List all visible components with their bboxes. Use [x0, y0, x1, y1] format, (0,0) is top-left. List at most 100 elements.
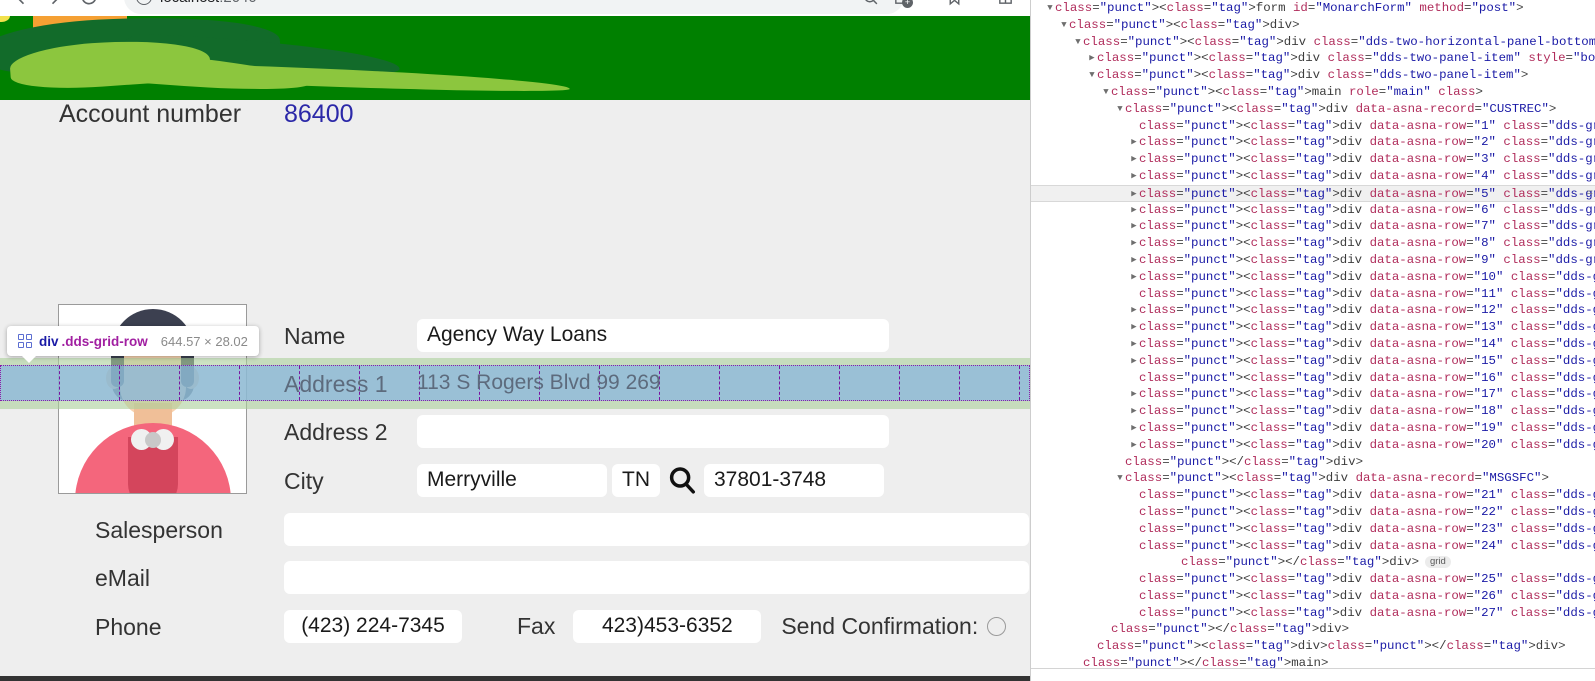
dom-row-more-button[interactable] [1030, 180, 1031, 197]
devtools-toggle-icon[interactable] [997, 0, 1014, 6]
back-arrow-icon[interactable] [6, 0, 36, 12]
dom-node-row-7[interactable]: class="punct"><class="tag">div data-asna… [1031, 218, 1595, 235]
extensions-icon[interactable]: + [893, 0, 913, 8]
disclosure-triangle[interactable] [1129, 151, 1139, 168]
devtools-elements-panel[interactable]: class="punct"><class="tag">form id="Mona… [1030, 0, 1595, 681]
dom-node-row-9[interactable]: class="punct"><class="tag">div data-asna… [1031, 252, 1595, 269]
reload-icon[interactable] [74, 0, 104, 12]
send-confirmation-radio[interactable] [987, 616, 1007, 636]
disclosure-triangle[interactable] [1129, 186, 1139, 203]
dom-node-row-20[interactable]: class="punct"><class="tag">div data-asna… [1031, 437, 1595, 454]
address1-label: Address 1 [284, 371, 388, 397]
dom-node-row-2[interactable]: class="punct"><class="tag">div data-asna… [1031, 134, 1595, 151]
dom-node-closer[interactable]: class="punct"></class="tag">main> [1031, 655, 1595, 672]
address-bar[interactable]: localhost:2040 [124, 0, 904, 14]
dom-node-row-27[interactable]: class="punct"><class="tag">div data-asna… [1031, 605, 1595, 622]
disclosure-triangle[interactable] [1115, 470, 1125, 487]
state-input[interactable] [612, 463, 660, 497]
dom-node-div[interactable]: class="punct"><class="tag">div class="dd… [1031, 50, 1595, 67]
disclosure-triangle[interactable] [1129, 202, 1139, 219]
disclosure-triangle[interactable] [1129, 302, 1139, 319]
disclosure-triangle[interactable] [1059, 17, 1069, 34]
city-input[interactable] [417, 463, 607, 497]
dom-node-row-18[interactable]: class="punct"><class="tag">div data-asna… [1031, 403, 1595, 420]
dom-node-row-12[interactable]: class="punct"><class="tag">div data-asna… [1031, 302, 1595, 319]
dom-node-row-22[interactable]: class="punct"><class="tag">div data-asna… [1031, 504, 1595, 521]
zip-input[interactable] [704, 463, 884, 497]
dom-node-close-custrec[interactable]: class="punct"></class="tag">div> [1031, 454, 1595, 471]
dom-node-row-19[interactable]: class="punct"><class="tag">div data-asna… [1031, 420, 1595, 437]
fax-input[interactable] [573, 609, 762, 643]
disclosure-triangle[interactable] [1101, 84, 1111, 101]
inspector-tooltip-class: .dds-grid-row [61, 333, 148, 349]
dom-node-row-3[interactable]: class="punct"><class="tag">div data-asna… [1031, 151, 1595, 168]
dom-node-closer[interactable]: class="punct"></class="tag">div> [1031, 621, 1595, 638]
dom-node-row-13[interactable]: class="punct"><class="tag">div data-asna… [1031, 319, 1595, 336]
email-label: eMail [95, 565, 150, 591]
disclosure-triangle[interactable] [1129, 252, 1139, 269]
site-info-icon[interactable] [136, 0, 152, 5]
disclosure-triangle[interactable] [1129, 235, 1139, 252]
screenshot-root: localhost:2040 + [0, 0, 1595, 681]
dom-node-row-10[interactable]: class="punct"><class="tag">div data-asna… [1031, 269, 1595, 286]
dom-node-row-6[interactable]: class="punct"><class="tag">div data-asna… [1031, 202, 1595, 219]
dom-node-row-1[interactable]: class="punct"><class="tag">div data-asna… [1031, 118, 1595, 135]
dom-node-closer[interactable]: class="punct"><class="tag">div>class="pu… [1031, 638, 1595, 655]
dom-node-div[interactable]: class="punct"><class="tag">div data-asna… [1031, 101, 1595, 118]
disclosure-triangle[interactable] [1087, 50, 1097, 67]
grid-badge[interactable]: grid [1425, 556, 1451, 569]
dom-node-row-21[interactable]: class="punct"><class="tag">div data-asna… [1031, 487, 1595, 504]
address1-input[interactable]: 113 S Rogers Blvd 99 269 [417, 371, 661, 395]
dom-node-row-11[interactable]: class="punct"><class="tag">div data-asna… [1031, 286, 1595, 303]
dom-node-row-16[interactable]: class="punct"><class="tag">div data-asna… [1031, 370, 1595, 387]
extensions-count-badge: + [902, 0, 913, 8]
dom-node-row-14[interactable]: class="punct"><class="tag">div data-asna… [1031, 336, 1595, 353]
bookmark-icon[interactable] [946, 0, 963, 6]
disclosure-triangle[interactable] [1129, 218, 1139, 235]
email-input[interactable] [284, 560, 1029, 594]
disclosure-triangle[interactable] [1129, 319, 1139, 336]
disclosure-triangle[interactable] [1073, 34, 1083, 51]
dom-node-record-msgsfc[interactable]: class="punct"><class="tag">div data-asna… [1031, 470, 1595, 487]
disclosure-triangle[interactable] [1129, 403, 1139, 420]
disclosure-triangle[interactable] [1129, 437, 1139, 454]
dom-node-form[interactable]: class="punct"><class="tag">form id="Mona… [1031, 0, 1595, 17]
address2-input[interactable] [417, 414, 889, 448]
name-label: Name [284, 323, 346, 349]
dom-node-div[interactable]: class="punct"><class="tag">div class="dd… [1031, 67, 1595, 84]
disclosure-triangle[interactable] [1129, 420, 1139, 437]
dom-node-row-24-close[interactable]: class="punct"></class="tag">div> grid [1031, 554, 1595, 571]
disclosure-triangle[interactable] [1129, 386, 1139, 403]
dom-tree[interactable]: class="punct"><class="tag">form id="Mona… [1031, 0, 1595, 672]
name-input[interactable] [417, 318, 889, 352]
phone-input[interactable] [284, 609, 462, 643]
dom-node-row-4[interactable]: class="punct"><class="tag">div data-asna… [1031, 168, 1595, 185]
dom-node-row-24[interactable]: class="punct"><class="tag">div data-asna… [1031, 538, 1595, 555]
disclosure-triangle[interactable] [1129, 336, 1139, 353]
disclosure-triangle[interactable] [1129, 134, 1139, 151]
salesperson-label: Salesperson [95, 517, 223, 543]
dom-node-row-15[interactable]: class="punct"><class="tag">div data-asna… [1031, 353, 1595, 370]
disclosure-triangle[interactable] [1087, 67, 1097, 84]
email-row [284, 560, 1029, 594]
dom-node-div[interactable]: class="punct"><class="tag">div> [1031, 17, 1595, 34]
dom-node-row-25[interactable]: class="punct"><class="tag">div data-asna… [1031, 571, 1595, 588]
omnibox-search-icon[interactable] [862, 0, 879, 6]
address2-label: Address 2 [284, 419, 388, 445]
search-icon[interactable] [660, 465, 704, 495]
disclosure-triangle[interactable] [1045, 0, 1055, 17]
grid-column-guide [960, 366, 1020, 400]
disclosure-triangle[interactable] [1129, 353, 1139, 370]
dom-node-row-17[interactable]: class="punct"><class="tag">div data-asna… [1031, 386, 1595, 403]
dom-node-row-8[interactable]: class="punct"><class="tag">div data-asna… [1031, 235, 1595, 252]
salesperson-input[interactable] [284, 512, 1029, 546]
dom-node-row-23[interactable]: class="punct"><class="tag">div data-asna… [1031, 521, 1595, 538]
dom-node-row-5[interactable]: class="punct"><class="tag">div data-asna… [1031, 184, 1595, 203]
disclosure-triangle[interactable] [1129, 168, 1139, 185]
disclosure-triangle[interactable] [1129, 269, 1139, 286]
disclosure-triangle[interactable] [1115, 101, 1125, 118]
dom-node-main[interactable]: class="punct"><class="tag">main role="ma… [1031, 84, 1595, 101]
forward-arrow-icon[interactable] [40, 0, 70, 12]
dom-node-row-26[interactable]: class="punct"><class="tag">div data-asna… [1031, 588, 1595, 605]
dom-node-div[interactable]: class="punct"><class="tag">div class="dd… [1031, 34, 1595, 51]
